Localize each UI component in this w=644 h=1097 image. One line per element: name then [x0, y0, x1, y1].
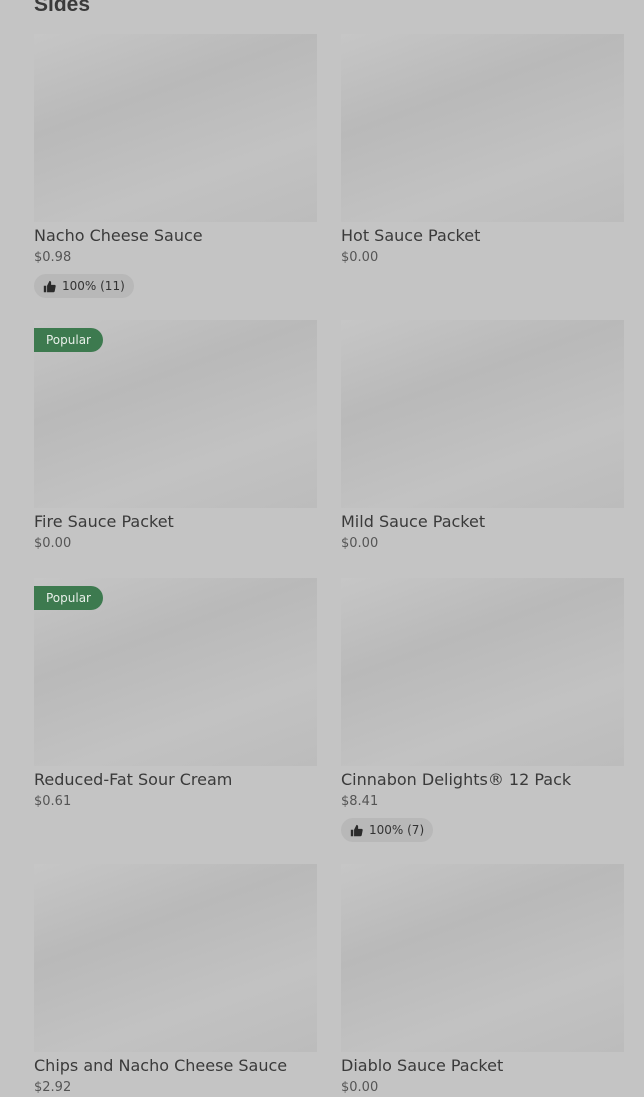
- menu-item-card[interactable]: Popular Fire Sauce Packet $0.00: [34, 320, 317, 578]
- item-image: Popular: [34, 578, 317, 766]
- menu-item-card[interactable]: Cinnabon Delights® 12 Pack $8.41 100% (7…: [341, 578, 624, 864]
- menu-item-card[interactable]: Diablo Sauce Packet $0.00: [341, 864, 624, 1095]
- menu-row: Popular Fire Sauce Packet $0.00 Mild Sau…: [34, 320, 624, 578]
- section-title: Sides: [34, 0, 91, 16]
- popular-badge: Popular: [34, 328, 103, 352]
- item-name: Chips and Nacho Cheese Sauce: [34, 1056, 288, 1075]
- item-name: Mild Sauce Packet: [341, 512, 486, 531]
- item-price: $0.00: [34, 536, 72, 551]
- item-name: Cinnabon Delights® 12 Pack: [341, 770, 572, 789]
- item-price: $0.00: [341, 536, 379, 551]
- menu-item-card[interactable]: Nacho Cheese Sauce $0.98 100% (11): [34, 34, 317, 320]
- item-name: Nacho Cheese Sauce: [34, 226, 203, 245]
- rating-badge: 100% (11): [34, 274, 134, 298]
- menu-row: Nacho Cheese Sauce $0.98 100% (11) Hot S…: [34, 34, 624, 320]
- item-image: Popular: [34, 320, 317, 508]
- rating-text: 100% (11): [62, 279, 125, 293]
- item-name: Diablo Sauce Packet: [341, 1056, 504, 1075]
- item-price: $2.92: [34, 1080, 72, 1095]
- item-name: Reduced-Fat Sour Cream: [34, 770, 233, 789]
- item-price: $0.61: [34, 794, 72, 809]
- item-price: $0.00: [341, 1080, 379, 1095]
- item-image: [34, 864, 317, 1052]
- item-image: [341, 864, 624, 1052]
- menu-item-card[interactable]: Chips and Nacho Cheese Sauce $2.92: [34, 864, 317, 1095]
- item-image: [341, 578, 624, 766]
- menu-item-card[interactable]: Popular Reduced-Fat Sour Cream $0.61: [34, 578, 317, 864]
- item-price: $0.98: [34, 250, 72, 265]
- item-name: Fire Sauce Packet: [34, 512, 174, 531]
- rating-text: 100% (7): [369, 823, 425, 837]
- menu-row: Chips and Nacho Cheese Sauce $2.92 Diabl…: [34, 864, 624, 1095]
- item-image: [341, 34, 624, 222]
- menu-item-card[interactable]: Mild Sauce Packet $0.00: [341, 320, 624, 578]
- menu-grid: Nacho Cheese Sauce $0.98 100% (11) Hot S…: [34, 34, 624, 1095]
- item-price: $0.00: [341, 250, 379, 265]
- thumbs-up-icon: [350, 824, 363, 836]
- item-price: $8.41: [341, 794, 379, 809]
- menu-item-card[interactable]: Hot Sauce Packet $0.00: [341, 34, 624, 320]
- menu-row: Popular Reduced-Fat Sour Cream $0.61 Cin…: [34, 578, 624, 864]
- item-name: Hot Sauce Packet: [341, 226, 481, 245]
- item-image: [34, 34, 317, 222]
- thumbs-up-icon: [43, 280, 56, 292]
- item-image: [341, 320, 624, 508]
- rating-badge: 100% (7): [341, 818, 434, 842]
- popular-badge: Popular: [34, 586, 103, 610]
